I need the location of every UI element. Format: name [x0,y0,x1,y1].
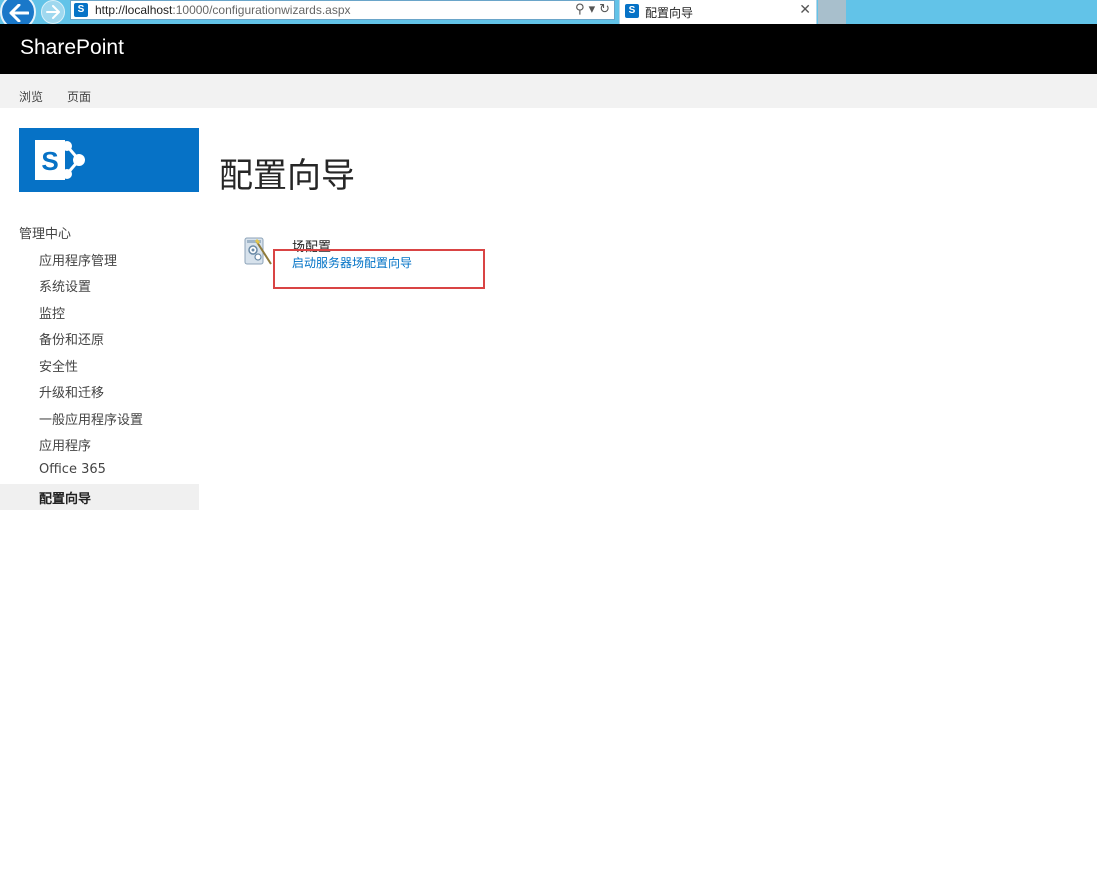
page-title: 配置向导 [219,156,355,196]
new-tab-button[interactable] [818,0,846,24]
refresh-icon[interactable]: ↻ [599,2,610,17]
browser-toolbar: S http://localhost:10000/configurationwi… [0,0,1097,30]
nav-item-label: 安全性 [39,360,79,375]
sharepoint-logo-icon: S [35,140,85,180]
nav-item-app-management[interactable]: 应用程序管理 [0,246,199,272]
url-host: http://localhost [95,3,173,17]
forward-arrow-icon [46,5,60,19]
nav-item-label: 系统设置 [39,280,92,295]
nav-item-system-settings[interactable]: 系统设置 [0,272,199,298]
search-icon[interactable]: ⚲ [575,2,585,17]
address-url[interactable]: http://localhost:10000/configurationwiza… [95,3,351,17]
nav-item-general-app-settings[interactable]: 一般应用程序设置 [0,405,199,431]
ribbon-tab-page[interactable]: 页面 [67,88,91,105]
nav-item-monitoring[interactable]: 监控 [0,299,199,325]
nav-item-label: 应用程序 [39,439,92,454]
nav-item-label: 升级和迁移 [39,386,105,401]
farm-configuration-icon [243,234,273,268]
ribbon: 浏览 页面 [0,74,1097,108]
browser-tab-active[interactable]: S 配置向导 ✕ [619,0,817,24]
url-path: :10000/configurationwizards.aspx [172,3,351,17]
suite-brand-title[interactable]: SharePoint [20,36,124,60]
nav-item-label: 监控 [39,307,66,322]
launch-farm-config-wizard-link[interactable]: 启动服务器场配置向导 [292,254,412,271]
nav-item-backup-restore[interactable]: 备份和还原 [0,325,199,351]
back-arrow-icon [9,4,29,22]
address-bar[interactable]: S http://localhost:10000/configurationwi… [70,0,615,20]
nav-item-label: 应用程序管理 [39,254,118,269]
tab-title: 配置向导 [645,6,694,20]
farm-configuration-heading: 场配置 [292,240,332,255]
nav-item-config-wizards[interactable]: 配置向导 [0,484,199,510]
nav-header-central-admin[interactable]: 管理中心 [19,223,71,242]
nav-item-office-365[interactable]: Office 365 [0,458,199,484]
site-logo[interactable]: S [19,128,199,192]
close-tab-icon[interactable]: ✕ [799,2,811,18]
nav-item-label: 备份和还原 [39,333,105,348]
nav-item-upgrade-migration[interactable]: 升级和迁移 [0,378,199,404]
nav-item-security[interactable]: 安全性 [0,352,199,378]
sharepoint-favicon-icon: S [74,3,88,17]
ribbon-tab-browse[interactable]: 浏览 [19,88,43,105]
sharepoint-favicon-icon: S [625,4,639,18]
forward-button[interactable] [41,0,65,24]
nav-item-label: 配置向导 [39,492,92,507]
nav-item-label: Office 365 [39,462,106,477]
dropdown-icon[interactable]: ▾ [589,2,596,17]
nav-item-label: 一般应用程序设置 [39,413,144,428]
suite-bar: SharePoint [0,24,1097,74]
svg-text:S: S [41,146,58,176]
nav-item-apps[interactable]: 应用程序 [0,431,199,457]
